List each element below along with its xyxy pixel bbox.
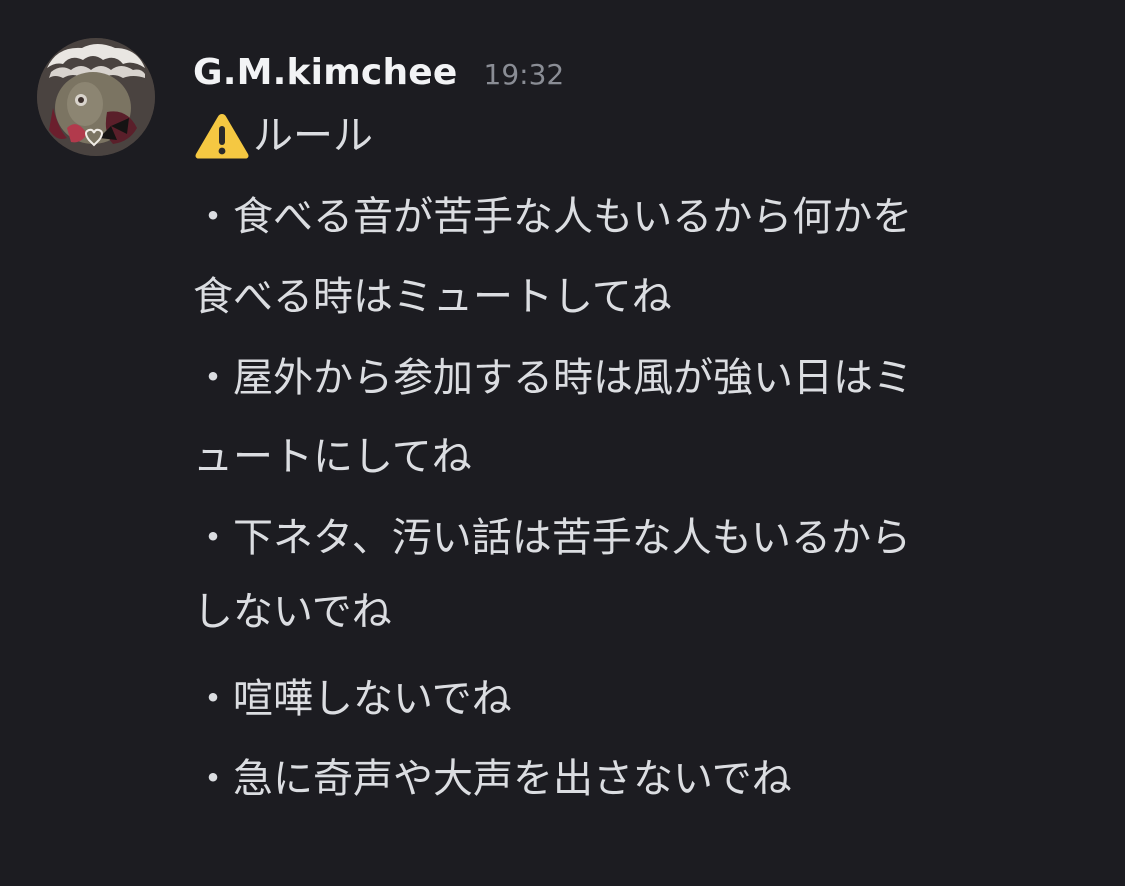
username[interactable]: G.M.kimchee bbox=[193, 52, 458, 93]
avatar-image bbox=[37, 38, 155, 156]
message-line: しないでね bbox=[193, 589, 392, 635]
warning-icon bbox=[193, 111, 251, 161]
message-title-line: ルール bbox=[193, 108, 373, 164]
message-line: 食べる時はミュートしてね bbox=[193, 274, 672, 320]
chat-message: G.M.kimchee 19:32 ルール ・食べる音が苦手な人もいるから何かを… bbox=[0, 0, 1125, 886]
timestamp: 19:32 bbox=[483, 58, 565, 91]
avatar[interactable] bbox=[37, 38, 155, 156]
message-line: ・屋外から参加する時は風が強い日はミ bbox=[193, 355, 913, 401]
message-line: ・急に奇声や大声を出さないでね bbox=[193, 756, 792, 802]
message-title: ルール bbox=[253, 113, 373, 159]
message-line: ・下ネタ、汚い話は苦手な人もいるから bbox=[193, 515, 911, 561]
message-line: ュートにしてね bbox=[193, 434, 472, 480]
message-line: ・食べる音が苦手な人もいるから何かを bbox=[193, 194, 913, 240]
message-line: ・喧嘩しないでね bbox=[193, 676, 512, 722]
message-header: G.M.kimchee 19:32 bbox=[193, 52, 564, 100]
